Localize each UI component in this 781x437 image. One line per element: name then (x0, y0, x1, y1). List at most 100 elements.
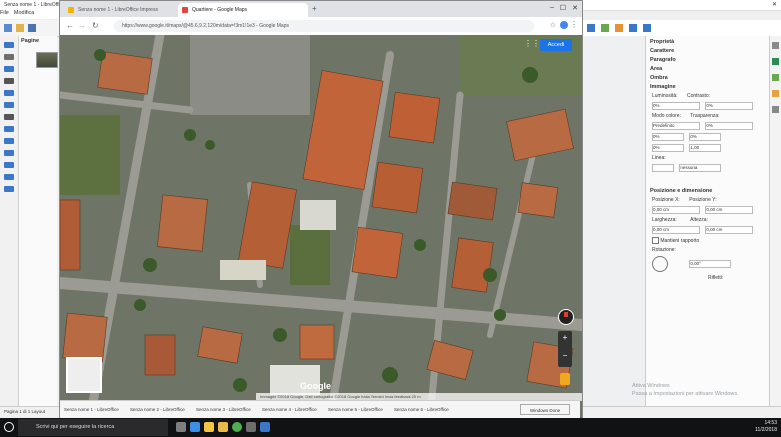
height-field[interactable]: 0,00 cm (705, 226, 754, 234)
task-item[interactable]: Senza nome 6 - LibreOffice (394, 404, 454, 415)
red-field[interactable]: 0% (652, 133, 684, 141)
gallery-deck-icon[interactable] (772, 74, 779, 81)
libreoffice-icon[interactable] (260, 422, 270, 432)
rectangle-tool-icon[interactable] (4, 90, 14, 96)
zoom-tool-icon[interactable] (4, 54, 14, 60)
diamond-tool-icon[interactable] (4, 138, 14, 144)
blue-field[interactable]: 0% (652, 144, 684, 152)
section-paragrafo[interactable]: Paragrafo (650, 57, 769, 63)
building-roof (144, 334, 176, 376)
line-style-select[interactable] (652, 164, 674, 172)
properties-deck-icon[interactable] (772, 42, 779, 49)
insert-fontwork-icon[interactable] (643, 24, 651, 32)
close-icon[interactable]: ✕ (772, 1, 777, 8)
position-x-field[interactable]: 0,00 cm (652, 206, 700, 214)
back-icon[interactable]: ← (66, 21, 74, 30)
tab-google-maps[interactable]: Quartiere - Google Maps (178, 3, 308, 17)
task-item[interactable]: Senza nome 2 - LibreOffice (130, 404, 190, 415)
flowchart-tool-icon[interactable] (4, 162, 14, 168)
settings-icon[interactable] (246, 422, 256, 432)
task-item[interactable]: Senza nome 3 - LibreOffice (196, 404, 256, 415)
maximize-icon[interactable]: ☐ (560, 4, 566, 12)
new-document-icon[interactable] (4, 24, 12, 32)
section-immagine[interactable]: Immagine (650, 84, 769, 90)
ellipse-tool-icon[interactable] (4, 102, 14, 108)
arrow-tool-icon[interactable] (4, 114, 14, 120)
zoom-out-button[interactable]: − (558, 351, 572, 360)
rotation-field[interactable]: 0,00° (689, 260, 732, 268)
task-item[interactable]: Senza nome 1 - LibreOffice (64, 404, 124, 415)
building-roof (157, 194, 208, 252)
insert-chart-icon[interactable] (601, 24, 609, 32)
menu-file[interactable]: File (0, 10, 9, 16)
color-mode-select[interactable]: Predefinito (652, 122, 700, 130)
menu-modifica[interactable]: Modifica (14, 10, 34, 16)
open-folder-icon[interactable] (16, 24, 24, 32)
line-tool-icon[interactable] (4, 78, 14, 84)
task-item[interactable]: Senza nome 4 - LibreOffice (262, 404, 322, 415)
map-layer-toggle[interactable] (66, 357, 102, 393)
menu-icon[interactable]: ⋮ (570, 20, 578, 29)
zoom-controls: + − (558, 331, 572, 367)
green-field[interactable]: 0% (689, 133, 722, 141)
styles-deck-icon[interactable] (772, 58, 779, 65)
save-icon[interactable] (28, 24, 36, 32)
text-tool-icon[interactable] (4, 66, 14, 72)
transparency-field[interactable]: 0% (705, 122, 754, 130)
line-value-select[interactable]: nessuna (679, 164, 722, 172)
callout-tool-icon[interactable] (4, 174, 14, 180)
navigator-deck-icon[interactable] (772, 90, 779, 97)
width-field[interactable]: 0,00 cm (652, 226, 700, 234)
edge-icon[interactable] (190, 422, 200, 432)
tree (143, 258, 157, 272)
forward-icon[interactable]: → (78, 21, 86, 30)
windows-activation-watermark: Attiva Windows Passa a Impostazioni per … (632, 382, 739, 398)
profile-icon[interactable] (560, 21, 568, 29)
gamma-field[interactable]: 1,00 (689, 144, 722, 152)
circle-tool-icon[interactable] (4, 150, 14, 156)
rotation-dial[interactable] (652, 256, 668, 272)
login-button[interactable]: Accedi (540, 39, 572, 51)
minimize-icon[interactable]: – (550, 4, 554, 11)
satellite-map[interactable]: ⋮⋮ Accedi + − Google Immagini ©2018 Goog… (60, 35, 582, 419)
section-position-size[interactable]: Posizione e dimensione (650, 188, 769, 194)
tab-libreoffice[interactable]: Senza nome 1 - LibreOffice Impress (64, 3, 176, 17)
select-tool-icon[interactable] (4, 42, 14, 48)
zoom-in-button[interactable]: + (558, 333, 572, 342)
shapes-tool-icon[interactable] (4, 126, 14, 132)
section-ombra[interactable]: Ombra (650, 75, 769, 81)
functions-deck-icon[interactable] (772, 106, 779, 113)
section-carattere[interactable]: Carattere (650, 48, 769, 54)
compass-icon[interactable] (558, 309, 574, 325)
slide-thumbnail[interactable] (36, 52, 58, 68)
insert-table-icon[interactable] (615, 24, 623, 32)
file-explorer-icon[interactable] (204, 422, 214, 432)
luminosity-field[interactable]: 0% (652, 102, 700, 110)
task-item[interactable]: Senza nome 5 - LibreOffice (328, 404, 388, 415)
task-view-icon[interactable] (176, 422, 186, 432)
system-tray[interactable]: 14:53 11/2/2018 (755, 420, 777, 434)
parking-lot (190, 35, 310, 115)
section-area[interactable]: Area (650, 66, 769, 72)
done-button[interactable]: Windows Done (520, 404, 570, 415)
chrome-icon[interactable] (232, 422, 242, 432)
position-y-field[interactable]: 0,00 cm (705, 206, 754, 214)
apps-grid-icon[interactable]: ⋮⋮ (524, 39, 540, 49)
white-roof (220, 260, 266, 280)
store-icon[interactable] (218, 422, 228, 432)
pegman-icon[interactable] (560, 373, 570, 385)
star-tool-icon[interactable] (4, 186, 14, 192)
contrast-field[interactable]: 0% (705, 102, 754, 110)
url-field[interactable]: https://www.google.it/maps/@45.6,9.2,120… (114, 20, 534, 32)
reload-icon[interactable]: ↻ (92, 21, 99, 30)
blue-gamma-fields: 0% 1,00 (652, 144, 769, 152)
start-icon[interactable] (4, 422, 14, 432)
new-tab-icon[interactable]: + (312, 5, 322, 13)
building-roof (62, 312, 108, 363)
insert-image-icon[interactable] (587, 24, 595, 32)
insert-media-icon[interactable] (629, 24, 637, 32)
keep-ratio-checkbox[interactable] (652, 237, 659, 244)
close-icon[interactable]: ✕ (572, 4, 578, 12)
star-icon[interactable]: ☆ (550, 21, 556, 29)
taskbar-search-field[interactable]: Scrivi qui per eseguire la ricerca (18, 419, 168, 436)
